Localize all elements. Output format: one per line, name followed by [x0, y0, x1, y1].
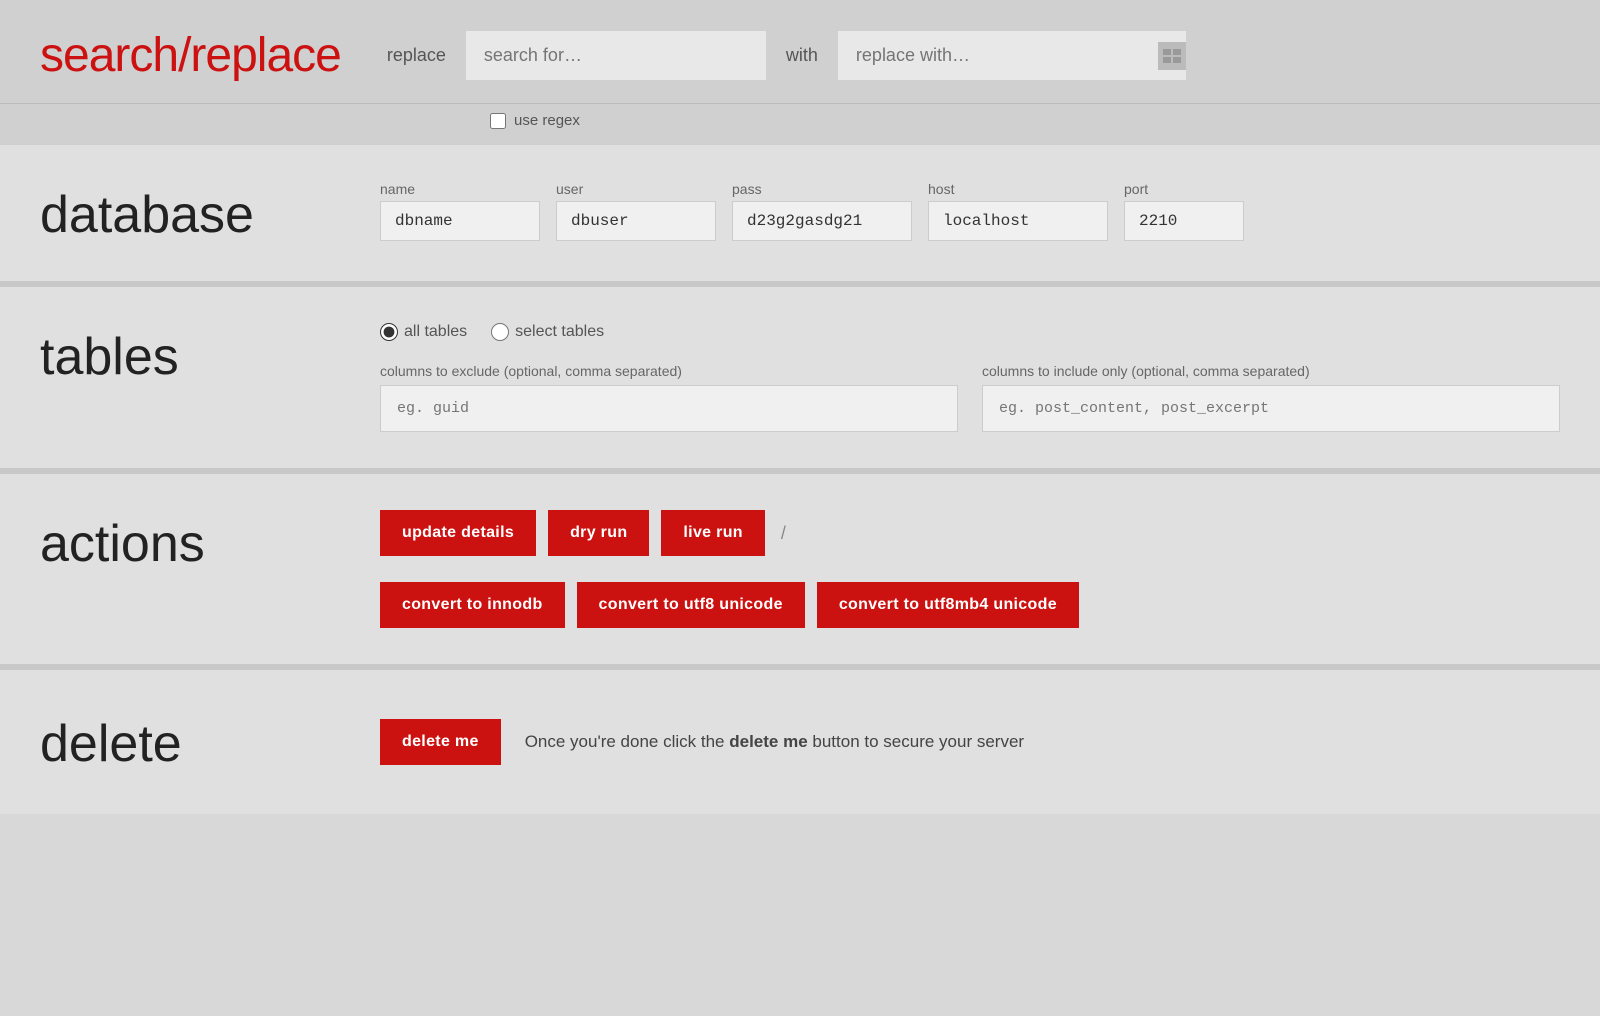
delete-section: delete delete me Once you're done click … — [0, 670, 1600, 814]
convert-utf8mb4-button[interactable]: convert to utf8mb4 unicode — [817, 582, 1079, 628]
convert-utf8-button[interactable]: convert to utf8 unicode — [577, 582, 805, 628]
live-run-button[interactable]: live run — [661, 510, 764, 556]
db-pass-label: pass — [732, 181, 912, 197]
tables-section: tables all tables select tables columns … — [0, 287, 1600, 474]
db-name-field: name — [380, 181, 540, 241]
tables-content: all tables select tables columns to excl… — [380, 323, 1560, 432]
tables-title: tables — [40, 323, 380, 387]
regex-row: use regex — [0, 104, 1600, 145]
delete-msg-suffix: button to secure your server — [808, 732, 1024, 751]
delete-content: delete me Once you're done click the del… — [380, 719, 1024, 765]
title-search: search — [40, 29, 178, 82]
include-field: columns to include only (optional, comma… — [982, 363, 1560, 432]
update-details-button[interactable]: update details — [380, 510, 536, 556]
expand-icon[interactable] — [1158, 42, 1186, 70]
actions-row2: convert to innodb convert to utf8 unicod… — [380, 582, 1560, 628]
db-port-field: port — [1124, 181, 1244, 241]
slash-separator: / — [781, 523, 786, 544]
db-port-label: port — [1124, 181, 1244, 197]
db-port-input[interactable] — [1124, 201, 1244, 241]
columns-row: columns to exclude (optional, comma sepa… — [380, 363, 1560, 432]
db-user-field: user — [556, 181, 716, 241]
actions-title: actions — [40, 510, 380, 574]
db-pass-input[interactable] — [732, 201, 912, 241]
regex-checkbox[interactable] — [490, 113, 506, 129]
database-title: database — [40, 181, 380, 245]
tables-radio-row: all tables select tables — [380, 323, 1560, 341]
dry-run-button[interactable]: dry run — [548, 510, 649, 556]
search-input[interactable] — [466, 31, 766, 80]
include-label: columns to include only (optional, comma… — [982, 363, 1560, 379]
include-input[interactable] — [982, 385, 1560, 432]
with-label: with — [786, 45, 818, 66]
all-tables-label: all tables — [404, 323, 467, 341]
delete-message: Once you're done click the delete me but… — [525, 732, 1024, 752]
delete-msg-prefix: Once you're done click the — [525, 732, 730, 751]
database-section: database name user pass host port — [0, 145, 1600, 287]
replace-label: replace — [387, 45, 446, 66]
db-host-label: host — [928, 181, 1108, 197]
title-replace-word: replace — [190, 29, 340, 82]
replace-input[interactable] — [838, 31, 1158, 80]
database-content: name user pass host port — [380, 181, 1560, 241]
select-tables-radio[interactable] — [491, 323, 509, 341]
regex-label[interactable]: use regex — [514, 112, 580, 129]
delete-me-button[interactable]: delete me — [380, 719, 501, 765]
delete-msg-bold: delete me — [729, 732, 807, 751]
db-user-label: user — [556, 181, 716, 197]
actions-row1: update details dry run live run / — [380, 510, 1560, 556]
delete-title: delete — [40, 710, 380, 774]
db-user-input[interactable] — [556, 201, 716, 241]
db-host-field: host — [928, 181, 1108, 241]
select-tables-option[interactable]: select tables — [491, 323, 604, 341]
title-slash: / — [178, 29, 190, 82]
convert-innodb-button[interactable]: convert to innodb — [380, 582, 565, 628]
exclude-input[interactable] — [380, 385, 958, 432]
db-name-input[interactable] — [380, 201, 540, 241]
all-tables-radio[interactable] — [380, 323, 398, 341]
db-name-label: name — [380, 181, 540, 197]
db-pass-field: pass — [732, 181, 912, 241]
app-title: search/replace — [40, 28, 341, 83]
db-fields: name user pass host port — [380, 181, 1560, 241]
db-host-input[interactable] — [928, 201, 1108, 241]
actions-section: actions update details dry run live run … — [0, 474, 1600, 670]
exclude-label: columns to exclude (optional, comma sepa… — [380, 363, 958, 379]
exclude-field: columns to exclude (optional, comma sepa… — [380, 363, 958, 432]
select-tables-label: select tables — [515, 323, 604, 341]
actions-content: update details dry run live run / conver… — [380, 510, 1560, 628]
header-bar: search/replace replace with — [0, 0, 1600, 104]
all-tables-option[interactable]: all tables — [380, 323, 467, 341]
